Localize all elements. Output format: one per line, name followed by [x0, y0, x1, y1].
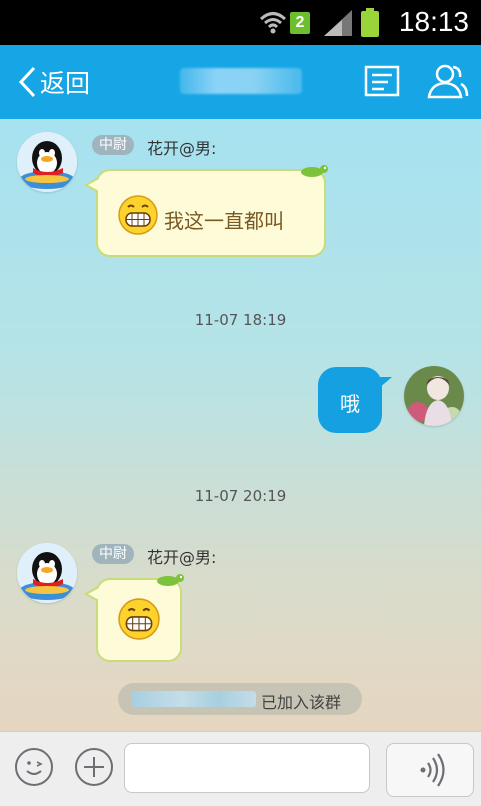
member-rank-badge: 中尉	[92, 544, 134, 564]
message-text: 我这一直都叫	[164, 209, 284, 233]
group-members-icon[interactable]	[425, 63, 469, 99]
status-bar: 2 18:13	[0, 0, 481, 45]
avatar[interactable]	[17, 132, 77, 192]
message-input[interactable]	[124, 743, 370, 793]
sim-badge: 2	[290, 12, 310, 34]
emoji-icon	[26, 761, 43, 775]
chat-list-icon[interactable]	[364, 63, 400, 99]
blurred-member-name	[132, 691, 256, 707]
status-time: 18:13	[398, 6, 469, 37]
wifi-icon	[259, 12, 287, 34]
my-avatar[interactable]	[404, 366, 464, 426]
penguin-avatar-icon	[17, 543, 77, 603]
lizard-decoration-icon	[157, 574, 184, 586]
message-timestamp: 11-07 20:19	[194, 487, 287, 505]
system-notice: 已加入该群	[118, 683, 362, 715]
notice-text: 已加入该群	[261, 693, 342, 712]
avatar[interactable]	[17, 543, 77, 603]
input-bar	[0, 731, 481, 806]
message-text: 哦	[340, 392, 360, 416]
chat-title	[180, 68, 302, 94]
lizard-decoration-icon	[301, 165, 328, 177]
chevron-left-icon	[18, 66, 36, 98]
back-label: 返回	[40, 69, 91, 98]
sender-name: 花开@男:	[147, 139, 217, 158]
add-button[interactable]	[75, 748, 113, 786]
chat-message-list[interactable]: 中尉 花开@男: 我这一直都叫 11-07 18:19 哦 11-07 20:1…	[0, 119, 481, 731]
message-bubble[interactable]: 我这一直都叫	[84, 165, 328, 257]
voice-icon	[420, 753, 445, 787]
user-photo-avatar-icon	[404, 366, 464, 426]
signal-icon	[324, 10, 352, 36]
sender-name: 花开@男:	[147, 548, 217, 567]
message-bubble[interactable]	[84, 574, 184, 662]
emoji-button[interactable]	[15, 748, 53, 786]
back-button[interactable]: 返回	[16, 61, 90, 103]
chat-header: 返回	[0, 45, 481, 119]
message-timestamp: 11-07 18:19	[194, 311, 287, 329]
penguin-avatar-icon	[17, 132, 77, 192]
battery-icon	[361, 8, 379, 37]
member-rank-badge: 中尉	[92, 135, 134, 155]
voice-button[interactable]	[386, 743, 474, 797]
outgoing-message-bubble[interactable]: 哦	[318, 367, 392, 433]
grin-emoji-icon	[118, 598, 160, 640]
grin-emoji-icon	[118, 195, 158, 235]
plus-icon	[84, 757, 104, 777]
